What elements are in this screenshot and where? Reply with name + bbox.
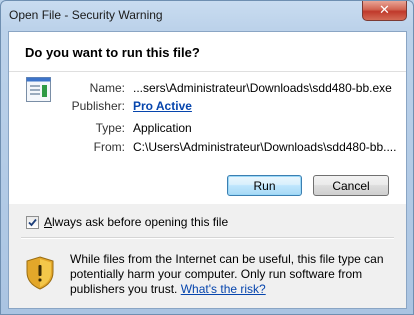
name-label: Name:: [89, 81, 125, 95]
dialog-body: Do you want to run this file? Name: ...s…: [8, 31, 407, 309]
name-value: ...sers\Administrateur\Downloads\sdd480-…: [133, 81, 392, 95]
type-label: Type:: [95, 121, 125, 135]
close-icon: ✕: [379, 3, 390, 18]
close-button[interactable]: ✕: [362, 1, 407, 21]
type-value: Application: [133, 121, 192, 135]
checkmark-icon: [28, 218, 37, 226]
whats-the-risk-link[interactable]: What's the risk?: [181, 282, 266, 296]
publisher-link[interactable]: Pro Active: [133, 99, 192, 113]
security-shield-icon: [26, 256, 54, 290]
security-warning-window: Open File - Security Warning ✕ Do you wa…: [0, 0, 414, 315]
cancel-button[interactable]: Cancel: [313, 175, 389, 196]
divider: [21, 237, 394, 239]
window-title: Open File - Security Warning: [9, 8, 163, 22]
warning-message: While files from the Internet can be use…: [70, 252, 390, 297]
publisher-label: Publisher:: [71, 99, 125, 113]
from-value: C:\Users\Administrateur\Downloads\sdd480…: [133, 140, 397, 154]
run-button[interactable]: Run: [227, 175, 302, 196]
title-bar[interactable]: Open File - Security Warning ✕: [1, 1, 413, 31]
page-title: Do you want to run this file?: [25, 45, 200, 60]
always-ask-label: Always ask before opening this file: [44, 215, 229, 229]
always-ask-checkbox[interactable]: [26, 215, 39, 229]
always-ask-checkbox-row[interactable]: Always ask before opening this file: [26, 215, 228, 229]
from-label: From:: [93, 140, 125, 154]
dialog-header: Do you want to run this file?: [9, 32, 406, 72]
